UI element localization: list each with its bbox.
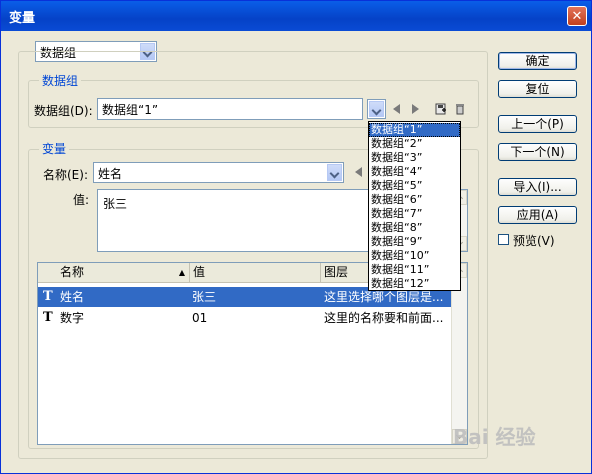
row-name: 姓名 bbox=[60, 290, 85, 304]
chevron-down-icon bbox=[369, 101, 384, 117]
dataset-option[interactable]: 数据组“8” bbox=[369, 221, 460, 235]
window-title: 变量 bbox=[9, 11, 36, 26]
import-button[interactable]: 导入(I)... bbox=[498, 178, 577, 196]
watermark-logo: Bai 经验 bbox=[453, 425, 536, 449]
next-dataset-arrow-icon[interactable] bbox=[412, 104, 419, 114]
close-icon[interactable]: ✕ bbox=[567, 6, 587, 26]
preview-label[interactable]: 预览(V) bbox=[513, 232, 555, 249]
dataset-option[interactable]: 数据组“2” bbox=[369, 137, 460, 151]
dataset-input-value: 数据组“1” bbox=[102, 103, 159, 117]
dataset-option[interactable]: 数据组“5” bbox=[369, 179, 460, 193]
next-button[interactable]: 下一个(N) bbox=[498, 143, 577, 161]
column-header-value[interactable]: 值 bbox=[190, 263, 321, 282]
chevron-down-icon[interactable] bbox=[327, 164, 342, 181]
dataset-option[interactable]: 数据组“7” bbox=[369, 207, 460, 221]
reset-button[interactable]: 复位 bbox=[498, 80, 577, 98]
trash-icon[interactable] bbox=[454, 103, 466, 115]
text-layer-icon: T bbox=[43, 310, 53, 325]
preview-checkbox[interactable] bbox=[498, 234, 509, 245]
dataset-option[interactable]: 数据组“4” bbox=[369, 165, 460, 179]
apply-button[interactable]: 应用(A) bbox=[498, 206, 577, 224]
variables-dialog: 变量 ✕ 数据组 数据组 数据组(D): 数据组“1” 变量 名称(E): 姓名… bbox=[0, 0, 592, 474]
dataset-dropdown-button[interactable] bbox=[367, 99, 386, 119]
column-value-label: 值 bbox=[193, 265, 206, 279]
variable-name-value: 姓名 bbox=[98, 167, 123, 181]
dataset-option[interactable]: 数据组“11” bbox=[369, 263, 460, 277]
dataset-option[interactable]: 数据组“6” bbox=[369, 193, 460, 207]
prev-dataset-arrow-icon[interactable] bbox=[393, 104, 400, 114]
prev-button[interactable]: 上一个(P) bbox=[498, 115, 577, 133]
sort-ascending-icon: ▲ bbox=[178, 268, 185, 277]
value-text: 张三 bbox=[103, 197, 128, 211]
dataset-option[interactable]: 数据组“1” bbox=[369, 123, 460, 137]
row-name: 数字 bbox=[60, 311, 85, 325]
row-layer: 这里的名称要和前面... bbox=[324, 311, 444, 325]
column-name-label: 名称 bbox=[60, 265, 85, 279]
dataset-option[interactable]: 数据组“3” bbox=[369, 151, 460, 165]
prev-variable-arrow-icon[interactable] bbox=[355, 167, 362, 177]
dataset-dropdown-list[interactable]: 数据组“1” 数据组“2” 数据组“3” 数据组“4” 数据组“5” 数据组“6” 数据组“… bbox=[368, 121, 461, 291]
dataset-field-label: 数据组(D): bbox=[34, 104, 93, 118]
variable-name-label: 名称(E): bbox=[43, 168, 88, 182]
column-layer-label: 图层 bbox=[324, 265, 349, 279]
title-bar[interactable]: 变量 ✕ bbox=[1, 1, 591, 31]
dataset-option[interactable]: 数据组“12” bbox=[369, 277, 460, 291]
row-value: 张三 bbox=[192, 290, 217, 304]
value-label: 值: bbox=[73, 193, 90, 207]
column-header-name[interactable]: 名称 ▲ bbox=[38, 263, 190, 282]
variable-group-label: 变量 bbox=[39, 140, 70, 157]
dataset-input[interactable]: 数据组“1” bbox=[97, 98, 363, 120]
ok-button[interactable]: 确定 bbox=[498, 52, 577, 70]
text-layer-icon: T bbox=[43, 289, 53, 304]
row-value: 01 bbox=[192, 311, 208, 325]
dataset-group-label: 数据组 bbox=[39, 72, 82, 89]
table-row[interactable]: T 数字 01 这里的名称要和前面... bbox=[38, 308, 452, 328]
dataset-option[interactable]: 数据组“9” bbox=[369, 235, 460, 249]
save-dataset-icon[interactable] bbox=[435, 103, 447, 115]
variable-name-select[interactable]: 姓名 bbox=[93, 162, 344, 183]
dataset-option[interactable]: 数据组“10” bbox=[369, 249, 460, 263]
